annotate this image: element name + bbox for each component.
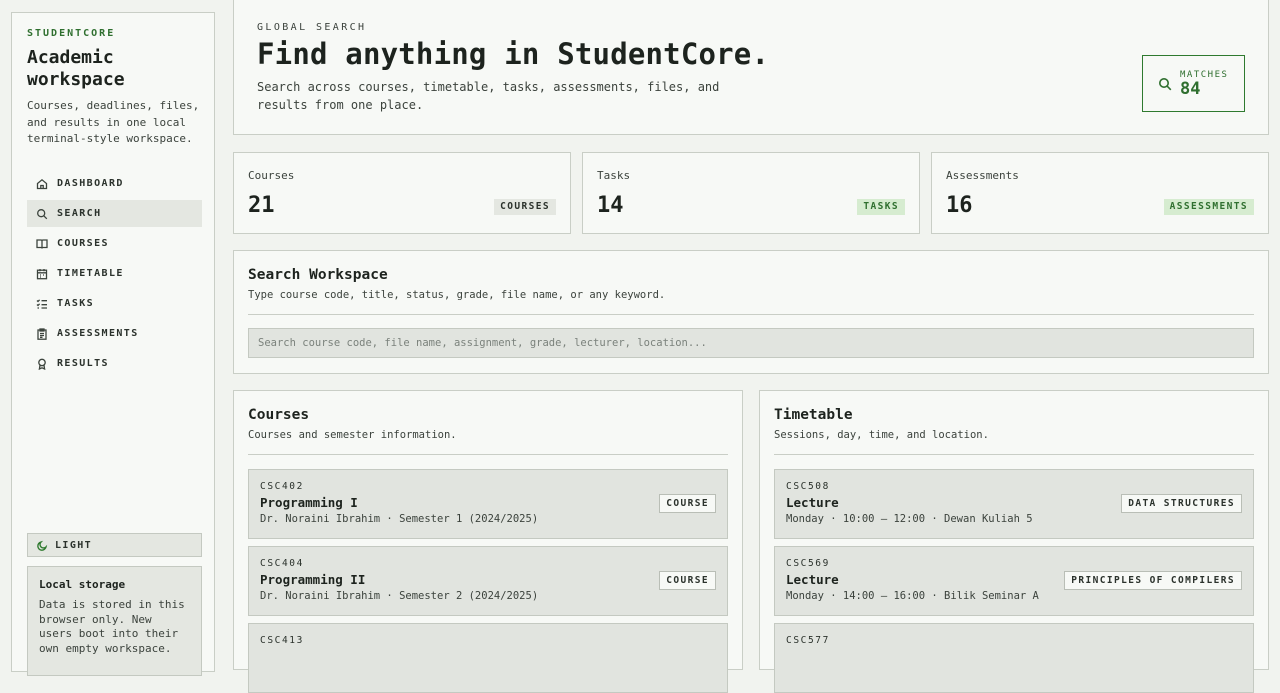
theme-toggle-label: LIGHT — [55, 539, 93, 551]
page-title: Find anything in StudentCore. — [257, 37, 770, 71]
stat-card-tasks: Tasks 14 TASKS — [582, 152, 920, 234]
sidebar-item-label: SEARCH — [57, 208, 102, 219]
section-subtitle: Courses and semester information. — [248, 429, 457, 441]
section-subtitle: Sessions, day, time, and location. — [774, 429, 989, 441]
section-subtitle: Type course code, title, status, grade, … — [248, 289, 666, 301]
sidebar-item-results[interactable]: RESULTS — [27, 350, 202, 377]
sidebar-item-tasks[interactable]: TASKS — [27, 290, 202, 317]
workspace-description: Courses, deadlines, files, and results i… — [27, 99, 200, 145]
moon-icon — [37, 540, 48, 551]
course-meta: Dr. Noraini Ibrahim · Semester 1 (2024/2… — [260, 513, 539, 525]
workspace-title: Academic workspace — [27, 47, 125, 90]
course-title: Programming II — [260, 572, 366, 587]
matches-counter: MATCHES 84 — [1142, 55, 1245, 112]
local-storage-note: Local storage Data is stored in this bro… — [27, 566, 202, 676]
stat-card-courses: Courses 21 COURSES — [233, 152, 571, 234]
stat-badge: TASKS — [857, 199, 905, 215]
sidebar: STUDENTCORE Academic workspace Courses, … — [11, 12, 215, 676]
session-code: CSC569 — [786, 558, 830, 569]
matches-label: MATCHES — [1180, 69, 1229, 80]
section-title: Search Workspace — [248, 267, 388, 283]
divider — [248, 454, 728, 455]
list-item[interactable]: CSC404 Programming II Dr. Noraini Ibrahi… — [248, 546, 728, 616]
list-item[interactable]: CSC508 Lecture Monday · 10:00 – 12:00 · … — [774, 469, 1254, 539]
session-type: Lecture — [786, 572, 839, 587]
section-title: Courses — [248, 407, 310, 423]
stat-value: 16 — [946, 193, 973, 218]
courses-panel: Courses Courses and semester information… — [233, 390, 743, 693]
stat-value: 14 — [597, 193, 624, 218]
stat-value: 21 — [248, 193, 275, 218]
stat-badge: COURSES — [494, 199, 556, 215]
book-icon — [36, 238, 48, 249]
stat-card-assessments: Assessments 16 ASSESSMENTS — [931, 152, 1269, 234]
sidebar-item-label: ASSESSMENTS — [57, 328, 139, 339]
session-meta: Monday · 14:00 – 16:00 · Bilik Seminar A — [786, 590, 1039, 602]
session-code: CSC508 — [786, 481, 830, 492]
stat-label: Courses — [248, 169, 295, 182]
search-workspace-panel: Search Workspace Type course code, title… — [233, 250, 1269, 374]
sidebar-item-label: COURSES — [57, 238, 109, 249]
course-title: Programming I — [260, 495, 358, 510]
sidebar-item-dashboard[interactable]: DASHBOARD — [27, 170, 202, 197]
list-item[interactable]: CSC402 Programming I Dr. Noraini Ibrahim… — [248, 469, 728, 539]
timetable-panel: Timetable Sessions, day, time, and locat… — [759, 390, 1269, 693]
list-item[interactable]: CSC569 Lecture Monday · 14:00 – 16:00 · … — [774, 546, 1254, 616]
clipboard-icon — [37, 327, 47, 340]
search-icon — [37, 208, 48, 219]
hero-description: Search across courses, timetable, tasks,… — [257, 80, 720, 112]
session-code: CSC577 — [786, 635, 830, 646]
session-meta: Monday · 10:00 – 12:00 · Dewan Kuliah 5 — [786, 513, 1033, 525]
course-meta: Dr. Noraini Ibrahim · Semester 2 (2024/2… — [260, 590, 539, 602]
course-code: CSC404 — [260, 558, 304, 569]
section-title: Timetable — [774, 407, 853, 423]
sidebar-item-assessments[interactable]: ASSESSMENTS — [27, 320, 202, 347]
sidebar-item-courses[interactable]: COURSES — [27, 230, 202, 257]
type-badge: COURSE — [659, 494, 716, 513]
type-badge: COURSE — [659, 571, 716, 590]
hero-eyebrow: GLOBAL SEARCH — [257, 22, 367, 33]
stat-label: Assessments — [946, 169, 1019, 182]
award-icon — [38, 358, 46, 370]
sidebar-item-label: TASKS — [57, 298, 95, 309]
calendar-icon — [36, 268, 48, 279]
search-hero: GLOBAL SEARCH Find anything in StudentCo… — [233, 0, 1269, 135]
sidebar-item-timetable[interactable]: TIMETABLE — [27, 260, 202, 287]
course-code: CSC413 — [260, 635, 304, 646]
search-input[interactable] — [248, 328, 1254, 358]
matches-value: 84 — [1180, 78, 1201, 99]
stat-label: Tasks — [597, 169, 631, 182]
stat-badge: ASSESSMENTS — [1163, 199, 1254, 215]
sidebar-item-search[interactable]: SEARCH — [27, 200, 202, 227]
storage-text: Data is stored in this browser only. New… — [39, 598, 185, 655]
course-name-badge: PRINCIPLES OF COMPILERS — [1064, 571, 1242, 590]
search-icon — [1159, 77, 1172, 90]
home-icon — [36, 178, 48, 189]
checklist-icon — [36, 298, 47, 309]
sidebar-item-label: DASHBOARD — [57, 178, 124, 189]
course-name-badge: DATA STRUCTURES — [1121, 494, 1242, 513]
sidebar-item-label: RESULTS — [57, 358, 109, 369]
sidebar-nav: DASHBOARD SEARCH COURSES TIMETABLE TASKS… — [27, 170, 202, 380]
storage-title: Local storage — [39, 578, 126, 591]
list-item[interactable]: CSC577 — [774, 623, 1254, 693]
sidebar-item-label: TIMETABLE — [57, 268, 124, 279]
list-item[interactable]: CSC413 — [248, 623, 728, 693]
brand-label: STUDENTCORE — [27, 28, 116, 39]
session-type: Lecture — [786, 495, 839, 510]
divider — [774, 454, 1254, 455]
course-code: CSC402 — [260, 481, 304, 492]
theme-toggle-button[interactable]: LIGHT — [27, 533, 202, 557]
divider — [248, 314, 1254, 315]
